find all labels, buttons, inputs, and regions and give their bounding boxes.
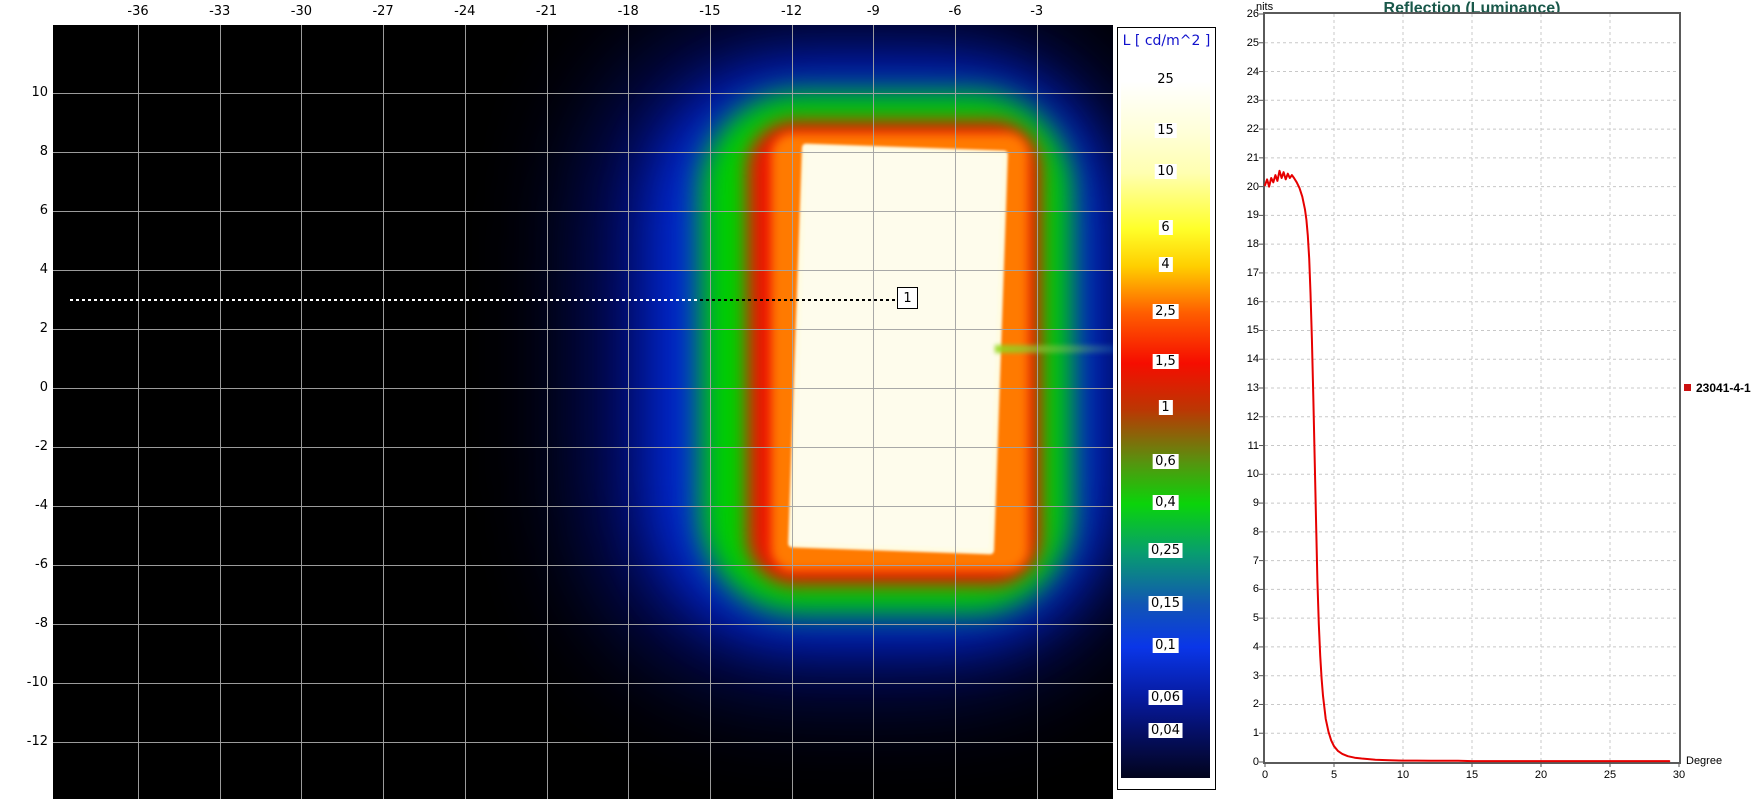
chart-y-tick-label: 4 [1219, 641, 1259, 653]
chart-x-tick-label: 25 [1590, 769, 1630, 781]
chart-x-tick-label: 15 [1452, 769, 1492, 781]
chart-y-tick-label: 8 [1219, 526, 1259, 538]
chart-y-tick-label: 23 [1219, 94, 1259, 106]
luminance-colorbar: L [ cd/m^2 ] 25 15 10 6 4 2,5 1,5 1 0,6 0,4 0,25 0,… [1117, 27, 1216, 790]
colorbar-tick-label: 2,5 [1152, 304, 1179, 319]
chart-y-tick-label: 26 [1219, 8, 1259, 20]
heatmap-y-tick-label: 10 [0, 85, 48, 100]
colorbar-tick-label: 1 [1158, 400, 1172, 415]
colorbar-tick-label: 0,1 [1152, 638, 1179, 653]
chart-y-tick-label: 15 [1219, 324, 1259, 336]
heatmap-x-tick-label: -21 [522, 4, 572, 19]
legend-series-swatch [1684, 384, 1691, 391]
heatmap-y-tick-label: -10 [0, 675, 48, 690]
chart-y-tick-label: 19 [1219, 209, 1259, 221]
chart-y-tick-label: 24 [1219, 66, 1259, 78]
colorbar-tick-label: 0,25 [1148, 543, 1183, 558]
heatmap-plot[interactable]: 1 [53, 25, 1113, 799]
chart-y-tick-label: 21 [1219, 152, 1259, 164]
heatmap-y-tick-label: 2 [0, 321, 48, 336]
colorbar-tick-label: 0,4 [1152, 495, 1179, 510]
heatmap-white-core [788, 144, 1008, 555]
heatmap-gridline-v [220, 25, 221, 799]
chart-y-tick-label: 18 [1219, 238, 1259, 250]
colorbar-tick-label: 0,04 [1148, 723, 1183, 738]
colorbar-tick-label: 0,15 [1148, 596, 1183, 611]
legend-series-label[interactable]: 23041-4-1 [1696, 381, 1751, 395]
heatmap-x-tick-label: -15 [685, 4, 735, 19]
chart-x-tick-label: 0 [1245, 769, 1285, 781]
measurement-marker-1[interactable]: 1 [897, 287, 918, 309]
chart-y-tick-label: 2 [1219, 698, 1259, 710]
reflection-curve [1265, 171, 1669, 761]
chart-y-tick-label: 25 [1219, 37, 1259, 49]
colorbar-tick-label: 10 [1154, 164, 1177, 179]
heatmap-y-tick-label: -8 [0, 616, 48, 631]
heatmap-y-tick-label: -2 [0, 439, 48, 454]
heatmap-y-tick-label: 4 [0, 262, 48, 277]
colorbar-title: L [ cd/m^2 ] [1118, 33, 1215, 49]
chart-y-tick-label: 20 [1219, 181, 1259, 193]
heatmap-gridline-h [53, 683, 1113, 684]
colorbar-gradient: 25 15 10 6 4 2,5 1,5 1 0,6 0,4 0,25 0,15 0,1 0,06 0,04 [1121, 59, 1210, 778]
chart-y-tick-label: 17 [1219, 267, 1259, 279]
chart-y-tick-label: 22 [1219, 123, 1259, 135]
x-axis-unit-label: Degree [1686, 755, 1722, 767]
heatmap-x-tick-label: -36 [113, 4, 163, 19]
heatmap-gridline-v [138, 25, 139, 799]
colorbar-tick-label: 4 [1158, 257, 1172, 272]
heatmap-x-tick-label: -27 [358, 4, 408, 19]
chart-y-tick-label: 13 [1219, 382, 1259, 394]
chart-y-tick-label: 5 [1219, 612, 1259, 624]
luminance-analysis-screen: 1 L [ cd/m^2 ] 251510642,51,510,60,40,25… [0, 0, 1753, 799]
chart-y-tick-label: 6 [1219, 583, 1259, 595]
heatmap-x-tick-label: -24 [440, 4, 490, 19]
measurement-line-left-segment [70, 299, 700, 301]
colorbar-tick-label: 0,06 [1148, 690, 1183, 705]
heatmap-x-tick-label: -6 [930, 4, 980, 19]
heatmap-x-tick-label: -3 [1012, 4, 1062, 19]
colorbar-tick-label: 25 [1154, 72, 1177, 87]
heatmap-y-tick-label: 8 [0, 144, 48, 159]
heatmap-y-tick-label: -12 [0, 734, 48, 749]
chart-y-tick-label: 1 [1219, 727, 1259, 739]
colorbar-tick-label: 6 [1158, 220, 1172, 235]
heatmap-gridline-h [53, 742, 1113, 743]
heatmap-gridline-v [301, 25, 302, 799]
heatmap-gridline-v [383, 25, 384, 799]
heatmap-y-tick-label: -4 [0, 498, 48, 513]
chart-y-tick-label: 10 [1219, 468, 1259, 480]
heatmap-gridline-v [547, 25, 548, 799]
colorbar-tick-label: 15 [1154, 123, 1177, 138]
heatmap-white-core-center [793, 149, 1003, 550]
chart-y-tick-label: 9 [1219, 497, 1259, 509]
chart-y-tick-label: 0 [1219, 756, 1259, 768]
chart-y-tick-label: 16 [1219, 296, 1259, 308]
colorbar-tick-label: 0,6 [1152, 454, 1179, 469]
heatmap-x-tick-label: -33 [195, 4, 245, 19]
chart-y-tick-label: 14 [1219, 353, 1259, 365]
heatmap-x-tick-label: -18 [603, 4, 653, 19]
heatmap-x-tick-label: -12 [767, 4, 817, 19]
chart-y-tick-label: 3 [1219, 670, 1259, 682]
chart-x-tick-label: 10 [1383, 769, 1423, 781]
heatmap-x-tick-label: -9 [848, 4, 898, 19]
heatmap-x-tick-label: -30 [276, 4, 326, 19]
chart-x-tick-label: 20 [1521, 769, 1561, 781]
reflection-chart-plot[interactable] [1263, 12, 1681, 764]
heatmap-leak-streak [995, 345, 1113, 353]
chart-x-tick-label: 30 [1659, 769, 1699, 781]
heatmap-gridline-v [465, 25, 466, 799]
heatmap-y-tick-label: -6 [0, 557, 48, 572]
heatmap-y-tick-label: 0 [0, 380, 48, 395]
chart-y-tick-label: 11 [1219, 440, 1259, 452]
chart-y-tick-label: 12 [1219, 411, 1259, 423]
heatmap-y-tick-label: 6 [0, 203, 48, 218]
measurement-line-right-segment [700, 299, 897, 301]
chart-x-tick-label: 5 [1314, 769, 1354, 781]
chart-y-tick-label: 7 [1219, 555, 1259, 567]
colorbar-tick-label: 1,5 [1152, 354, 1179, 369]
